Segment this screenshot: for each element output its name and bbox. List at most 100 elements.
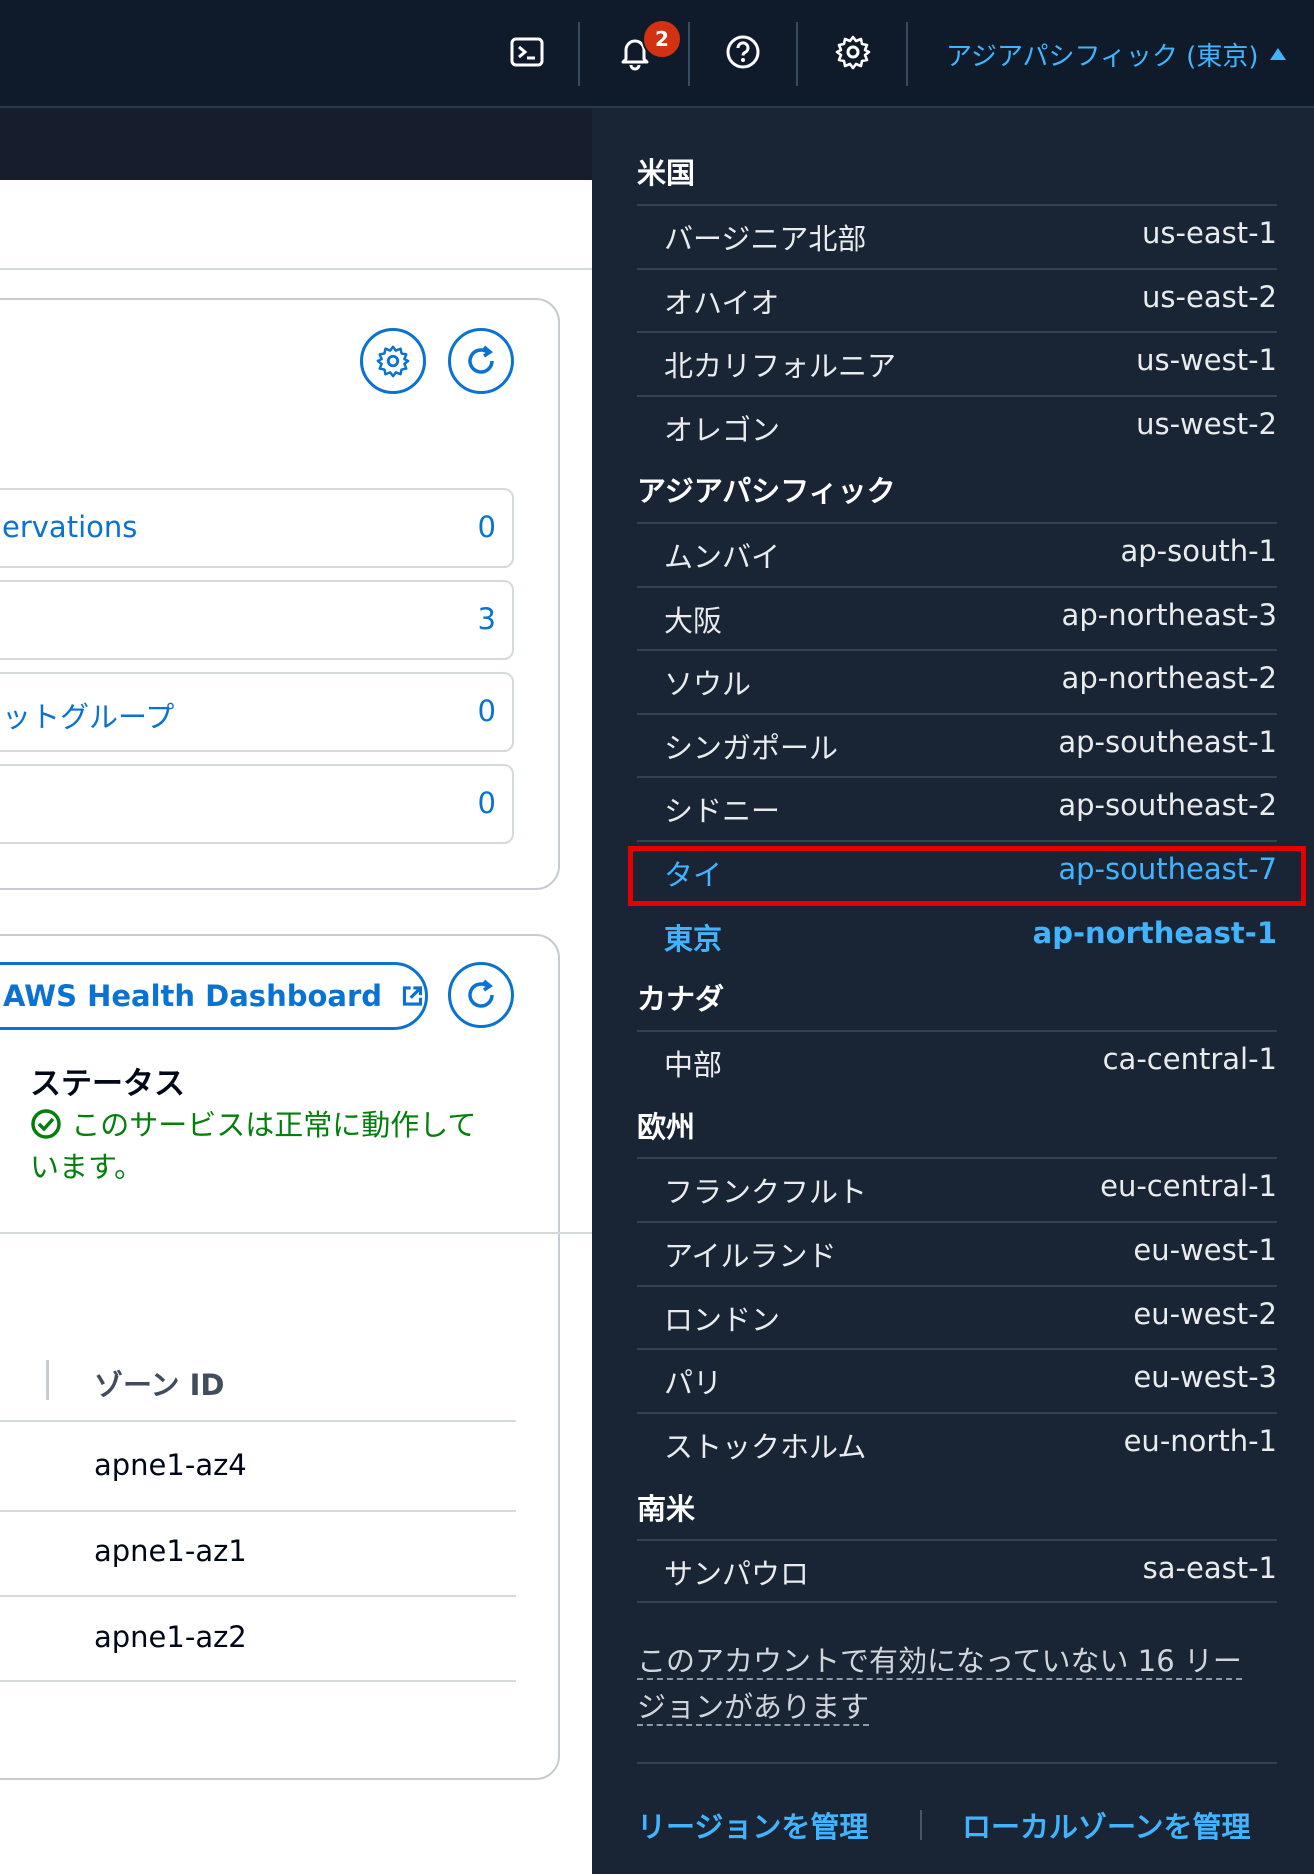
region-name: ソウル: [664, 667, 752, 701]
divider: [0, 268, 592, 270]
aws-health-dashboard-button[interactable]: AWS Health Dashboard: [0, 962, 428, 1030]
divider: [688, 22, 690, 86]
region-item-eu-west-1[interactable]: アイルランド eu-west-1: [637, 1221, 1277, 1283]
resource-row[interactable]: 0: [0, 764, 514, 844]
region-code: ap-southeast-2: [1058, 788, 1277, 822]
status-title: ステータス: [30, 1066, 185, 1102]
region-name: 大阪: [664, 604, 723, 638]
column-separator: [46, 1360, 49, 1400]
zone-id-cell: apne1-az4: [94, 1448, 247, 1482]
region-selector-button[interactable]: アジアパシフィック (東京): [946, 34, 1287, 74]
disabled-regions-notice-link[interactable]: このアカウントで有効になっていない 16 リー ジョンがあります: [637, 1638, 1277, 1730]
region-name: サンパウロ: [664, 1557, 810, 1591]
region-group-us: 米国: [637, 156, 696, 190]
zone-id-column-header[interactable]: ゾーン ID: [94, 1362, 225, 1404]
resource-count[interactable]: 0: [478, 786, 496, 820]
region-item-sa-east-1[interactable]: サンパウロ sa-east-1: [637, 1539, 1277, 1601]
region-group-europe: 欧州: [637, 1110, 696, 1144]
region-name: シンガポール: [664, 731, 839, 765]
table-header-divider: [0, 1420, 516, 1422]
region-item-eu-central-1[interactable]: フランクフルト eu-central-1: [637, 1157, 1277, 1219]
region-code: eu-west-1: [1133, 1233, 1277, 1267]
region-name: オハイオ: [664, 286, 780, 320]
region-code: ap-northeast-1: [1032, 916, 1277, 950]
region-code: eu-west-2: [1133, 1297, 1277, 1331]
refresh-icon: [468, 979, 494, 1008]
cloudshell-icon[interactable]: [502, 27, 552, 77]
region-item-ap-southeast-2[interactable]: シドニー ap-southeast-2: [637, 776, 1277, 838]
region-item-ap-southeast-1[interactable]: シンガポール ap-southeast-1: [637, 713, 1277, 775]
region-name: 北カリフォルニア: [664, 349, 897, 383]
region-code: eu-west-3: [1133, 1360, 1277, 1394]
region-item-ca-central-1[interactable]: 中部 ca-central-1: [637, 1030, 1277, 1092]
region-item-ap-northeast-2[interactable]: ソウル ap-northeast-2: [637, 649, 1277, 711]
region-code: ap-northeast-2: [1061, 661, 1277, 695]
divider: [637, 1601, 1277, 1603]
region-code: ca-central-1: [1102, 1042, 1277, 1076]
success-check-icon: [31, 1109, 61, 1139]
region-code: eu-central-1: [1100, 1169, 1277, 1203]
resource-row[interactable]: 3: [0, 580, 514, 660]
settings-gear-icon[interactable]: [828, 27, 878, 77]
region-name: アイルランド: [664, 1239, 837, 1273]
region-selector-label: アジアパシフィック (東京): [946, 41, 1259, 72]
refresh-icon: [468, 345, 494, 374]
region-item-eu-west-2[interactable]: ロンドン eu-west-2: [637, 1285, 1277, 1347]
region-name: ムンバイ: [664, 540, 781, 574]
region-name: パリ: [664, 1366, 723, 1400]
region-name: 東京: [664, 922, 723, 956]
region-code: ap-south-1: [1120, 534, 1277, 568]
caret-up-icon: [1270, 48, 1287, 60]
notice-line1: このアカウントで有効になっていない 16 リー: [637, 1644, 1242, 1680]
region-code: us-east-2: [1142, 280, 1277, 314]
manage-local-zones-link[interactable]: ローカルゾーンを管理: [962, 1804, 1251, 1846]
region-item-ap-northeast-1-selected[interactable]: 東京 ap-northeast-1: [637, 904, 1277, 966]
region-code: us-east-1: [1142, 216, 1277, 250]
divider: [906, 22, 908, 86]
region-group-canada: カナダ: [637, 982, 725, 1016]
region-item-us-east-2[interactable]: オハイオ us-east-2: [637, 268, 1277, 330]
top-navigation-bar: 2 アジアパシフィック (東京): [0, 0, 1314, 108]
region-item-eu-north-1[interactable]: ストックホルム eu-north-1: [637, 1412, 1277, 1474]
refresh-button[interactable]: [448, 328, 514, 394]
page-header-band: [0, 108, 592, 180]
refresh-button[interactable]: [448, 962, 514, 1028]
region-group-asia-pacific: アジアパシフィック: [637, 474, 896, 508]
health-dashboard-label: AWS Health Dashboard: [3, 979, 383, 1013]
region-dropdown-menu: 米国 バージニア北部 us-east-1 オハイオ us-east-2 北カリフォル…: [592, 108, 1314, 1874]
region-item-us-west-1[interactable]: 北カリフォルニア us-west-1: [637, 331, 1277, 393]
resource-label[interactable]: ervations: [2, 510, 137, 544]
settings-gear-icon: [376, 345, 410, 378]
region-item-ap-northeast-3[interactable]: 大阪 ap-northeast-3: [637, 586, 1277, 648]
region-name: オレゴン: [664, 413, 781, 447]
resource-row[interactable]: ットグループ 0: [0, 672, 514, 752]
resource-count[interactable]: 3: [478, 602, 496, 636]
status-message: このサービスは正常に動作して: [30, 1102, 530, 1144]
manage-regions-link[interactable]: リージョンを管理: [637, 1804, 868, 1846]
region-name: バージニア北部: [664, 222, 867, 256]
resource-row[interactable]: ervations 0: [0, 488, 514, 568]
region-item-ap-south-1[interactable]: ムンバイ ap-south-1: [637, 522, 1277, 584]
divider: [637, 1762, 1277, 1764]
resource-label[interactable]: ットグループ: [2, 694, 174, 736]
highlight-annotation-box: [628, 846, 1306, 906]
region-name: ロンドン: [664, 1303, 781, 1337]
region-name: 中部: [664, 1048, 723, 1082]
external-link-icon: [402, 986, 423, 1006]
region-item-us-east-1[interactable]: バージニア北部 us-east-1: [637, 204, 1277, 266]
preferences-button[interactable]: [360, 328, 426, 394]
region-item-us-west-2[interactable]: オレゴン us-west-2: [637, 395, 1277, 457]
region-group-south-america: 南米: [637, 1492, 696, 1526]
divider: [920, 1810, 922, 1840]
region-code: us-west-2: [1136, 407, 1277, 441]
notification-count-badge: 2: [642, 19, 682, 59]
zone-id-cell: apne1-az1: [94, 1534, 247, 1568]
zone-id-cell: apne1-az2: [94, 1620, 247, 1654]
divider: [0, 1680, 516, 1682]
resource-count[interactable]: 0: [478, 694, 496, 728]
region-name: ストックホルム: [664, 1430, 867, 1464]
help-icon[interactable]: [718, 27, 768, 77]
divider: [0, 1232, 592, 1234]
resource-count[interactable]: 0: [478, 510, 496, 544]
region-item-eu-west-3[interactable]: パリ eu-west-3: [637, 1348, 1277, 1410]
